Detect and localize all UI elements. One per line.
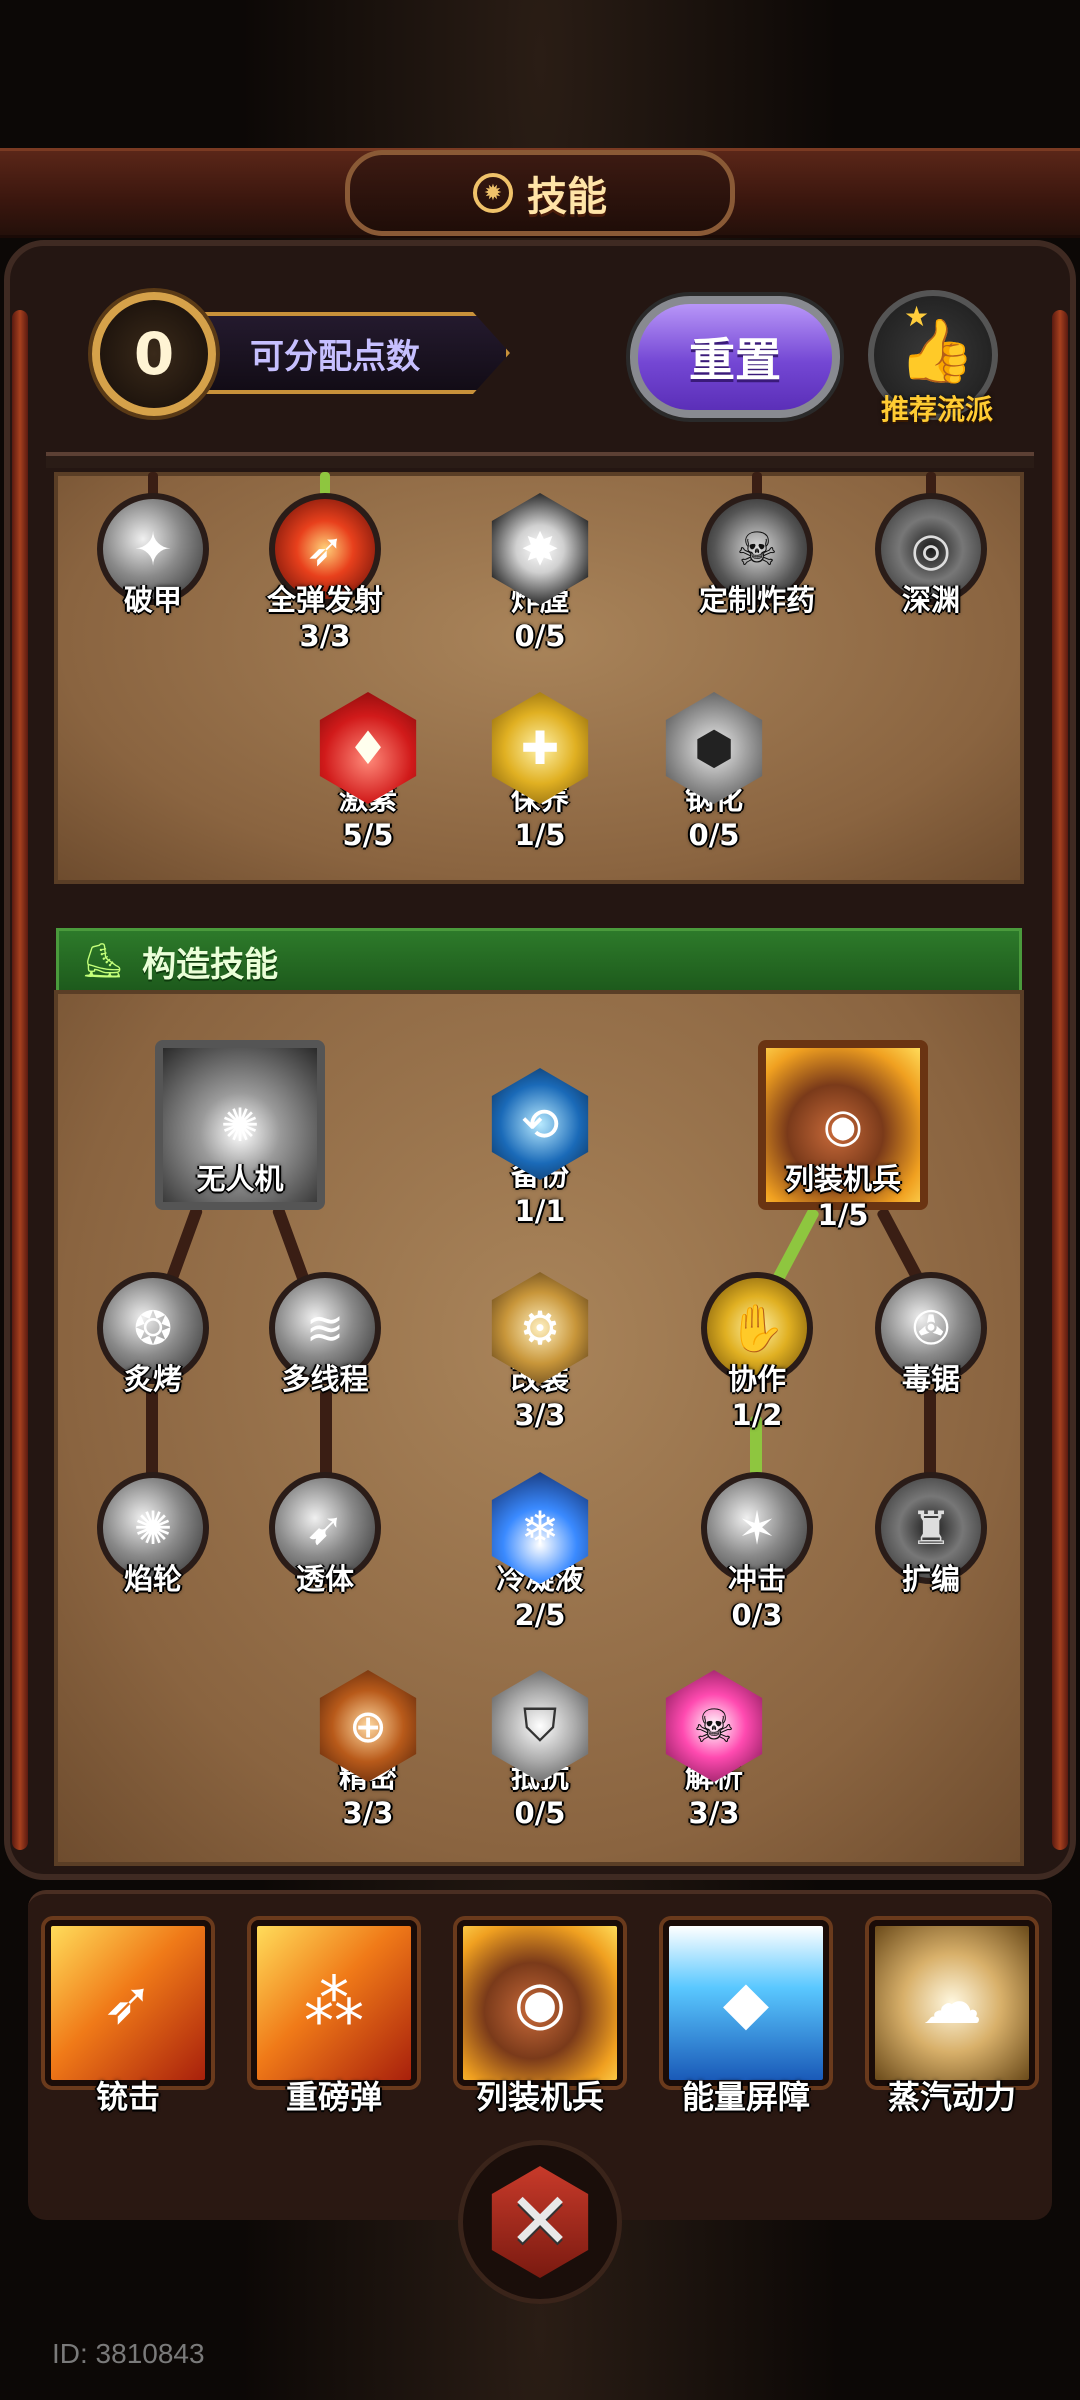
close-button[interactable]: ✕	[458, 2140, 622, 2304]
steam-power-icon: ☁	[869, 1920, 1035, 2086]
analyze-icon: ☠	[665, 1670, 763, 1782]
left-rail	[12, 310, 28, 1850]
skill-node[interactable]: ➹ 透体	[265, 1472, 385, 1598]
skill-node[interactable]: ⛉ 抵抗 0/5	[480, 1670, 600, 1830]
section-header: ⛸ 构造技能	[56, 928, 1022, 994]
gear-icon: ✹	[473, 173, 513, 213]
skill-node[interactable]: ✦ 破甲	[93, 493, 213, 619]
thumbs-up-icon: 👍	[898, 314, 976, 387]
loadout-slot[interactable]: ⁂ 重磅弹	[248, 1920, 420, 2118]
player-id: ID: 3810843	[52, 2338, 205, 2369]
skill-node[interactable]: ≋ 多线程	[265, 1272, 385, 1398]
skill-node[interactable]: ➶ 全弹发射 3/3	[265, 493, 385, 653]
skill-node[interactable]: ✶ 冲击 0/3	[697, 1472, 817, 1632]
energy-barrier-icon: ◆	[663, 1920, 829, 2086]
reset-button[interactable]: 重置	[630, 296, 840, 418]
steel-shield-icon: ⬢	[665, 692, 763, 804]
precision-icon: ⊕	[319, 1670, 417, 1782]
heart-shield-icon: ✚	[491, 692, 589, 804]
skill-node[interactable]: ❂ 炙烤	[93, 1272, 213, 1398]
skill-node[interactable]: ⚙ 改装 3/3	[480, 1272, 600, 1432]
skill-node[interactable]: ♦ 激素 5/5	[308, 692, 428, 852]
loadout-slot[interactable]: ◆ 能量屏障	[660, 1920, 832, 2118]
skill-node[interactable]: ❄ 冷凝液 2/5	[480, 1472, 600, 1632]
loadout-slot[interactable]: ◉ 列装机兵	[454, 1920, 626, 2118]
skill-node[interactable]: ✺ 无人机	[155, 1040, 325, 1210]
connector	[146, 1390, 158, 1480]
skill-node[interactable]: ✸ 炸膛 0/5	[480, 493, 600, 653]
loadout-slot[interactable]: ➶ 铳击	[42, 1920, 214, 2118]
skill-node[interactable]: ⬢ 钢化 0/5	[654, 692, 774, 852]
recommend-label[interactable]: 推荐流派	[862, 388, 1012, 428]
skill-node[interactable]: ⟲ 备份 1/1	[480, 1068, 600, 1228]
crystal-icon: ♦	[319, 692, 417, 804]
skill-node[interactable]: ◎ 深渊	[871, 493, 991, 619]
connector	[320, 1390, 332, 1480]
close-icon: ✕	[491, 2166, 589, 2278]
skill-node[interactable]: ⊕ 精密 3/3	[308, 1670, 428, 1830]
burst-icon: ✸	[491, 493, 589, 605]
skill-node[interactable]: ☠ 解析 3/3	[654, 1670, 774, 1830]
connector	[924, 1390, 936, 1480]
boot-icon: ⛸	[81, 941, 125, 981]
resist-icon: ⛉	[491, 1670, 589, 1782]
heavy-shell-icon: ⁂	[251, 1920, 417, 2086]
skill-node[interactable]: ☠ 定制炸药	[697, 493, 817, 619]
backup-icon: ⟲	[491, 1068, 589, 1180]
divider	[46, 452, 1034, 468]
skill-node[interactable]: ✚ 保养 1/5	[480, 692, 600, 852]
right-rail	[1052, 310, 1068, 1850]
skill-node[interactable]: ✇ 毒锯	[871, 1272, 991, 1398]
skill-node[interactable]: ◉ 列装机兵 1/5	[758, 1040, 928, 1232]
skill-node[interactable]: ✋ 协作 1/2	[697, 1272, 817, 1432]
loadout-slot[interactable]: ☁ 蒸汽动力	[866, 1920, 1038, 2118]
gun-strike-icon: ➶	[45, 1920, 211, 2086]
modify-icon: ⚙	[491, 1272, 589, 1384]
points-counter: 0	[92, 292, 216, 416]
skill-node[interactable]: ♜ 扩编	[871, 1472, 991, 1598]
page-title: ✹ 技能	[345, 150, 735, 236]
skill-node[interactable]: ✺ 焰轮	[93, 1472, 213, 1598]
robot-icon: ◉	[457, 1920, 623, 2086]
